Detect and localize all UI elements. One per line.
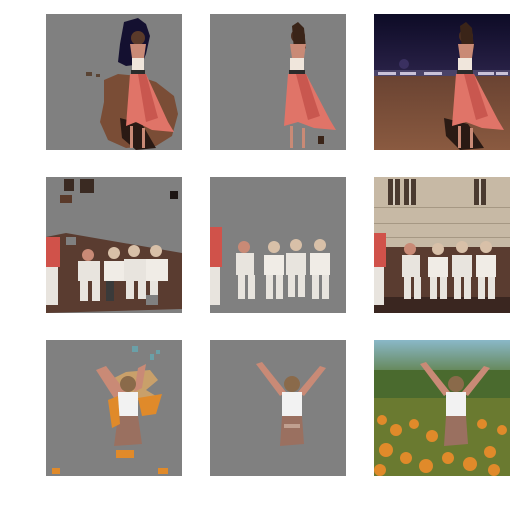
row2-refined-mask-image xyxy=(210,177,346,313)
row1-rough-mask-panel xyxy=(46,14,182,150)
row3-refined-mask-image xyxy=(210,340,346,476)
row2-refined-mask-panel xyxy=(210,177,346,313)
row2-rough-mask-image xyxy=(46,177,182,313)
row1-refined-mask-panel xyxy=(210,14,346,150)
row3-original-panel xyxy=(374,340,510,476)
row3-original-image xyxy=(374,340,510,476)
row2-original-image xyxy=(374,177,510,313)
row2-original-panel xyxy=(374,177,510,313)
row1-rough-mask-image xyxy=(46,14,182,150)
row2-rough-mask-panel xyxy=(46,177,182,313)
row1-original-image xyxy=(374,14,510,150)
row3-refined-mask-panel xyxy=(210,340,346,476)
row3-rough-mask-panel xyxy=(46,340,182,476)
row1-refined-mask-image xyxy=(210,14,346,150)
row1-original-panel xyxy=(374,14,510,150)
row3-rough-mask-image xyxy=(46,340,182,476)
